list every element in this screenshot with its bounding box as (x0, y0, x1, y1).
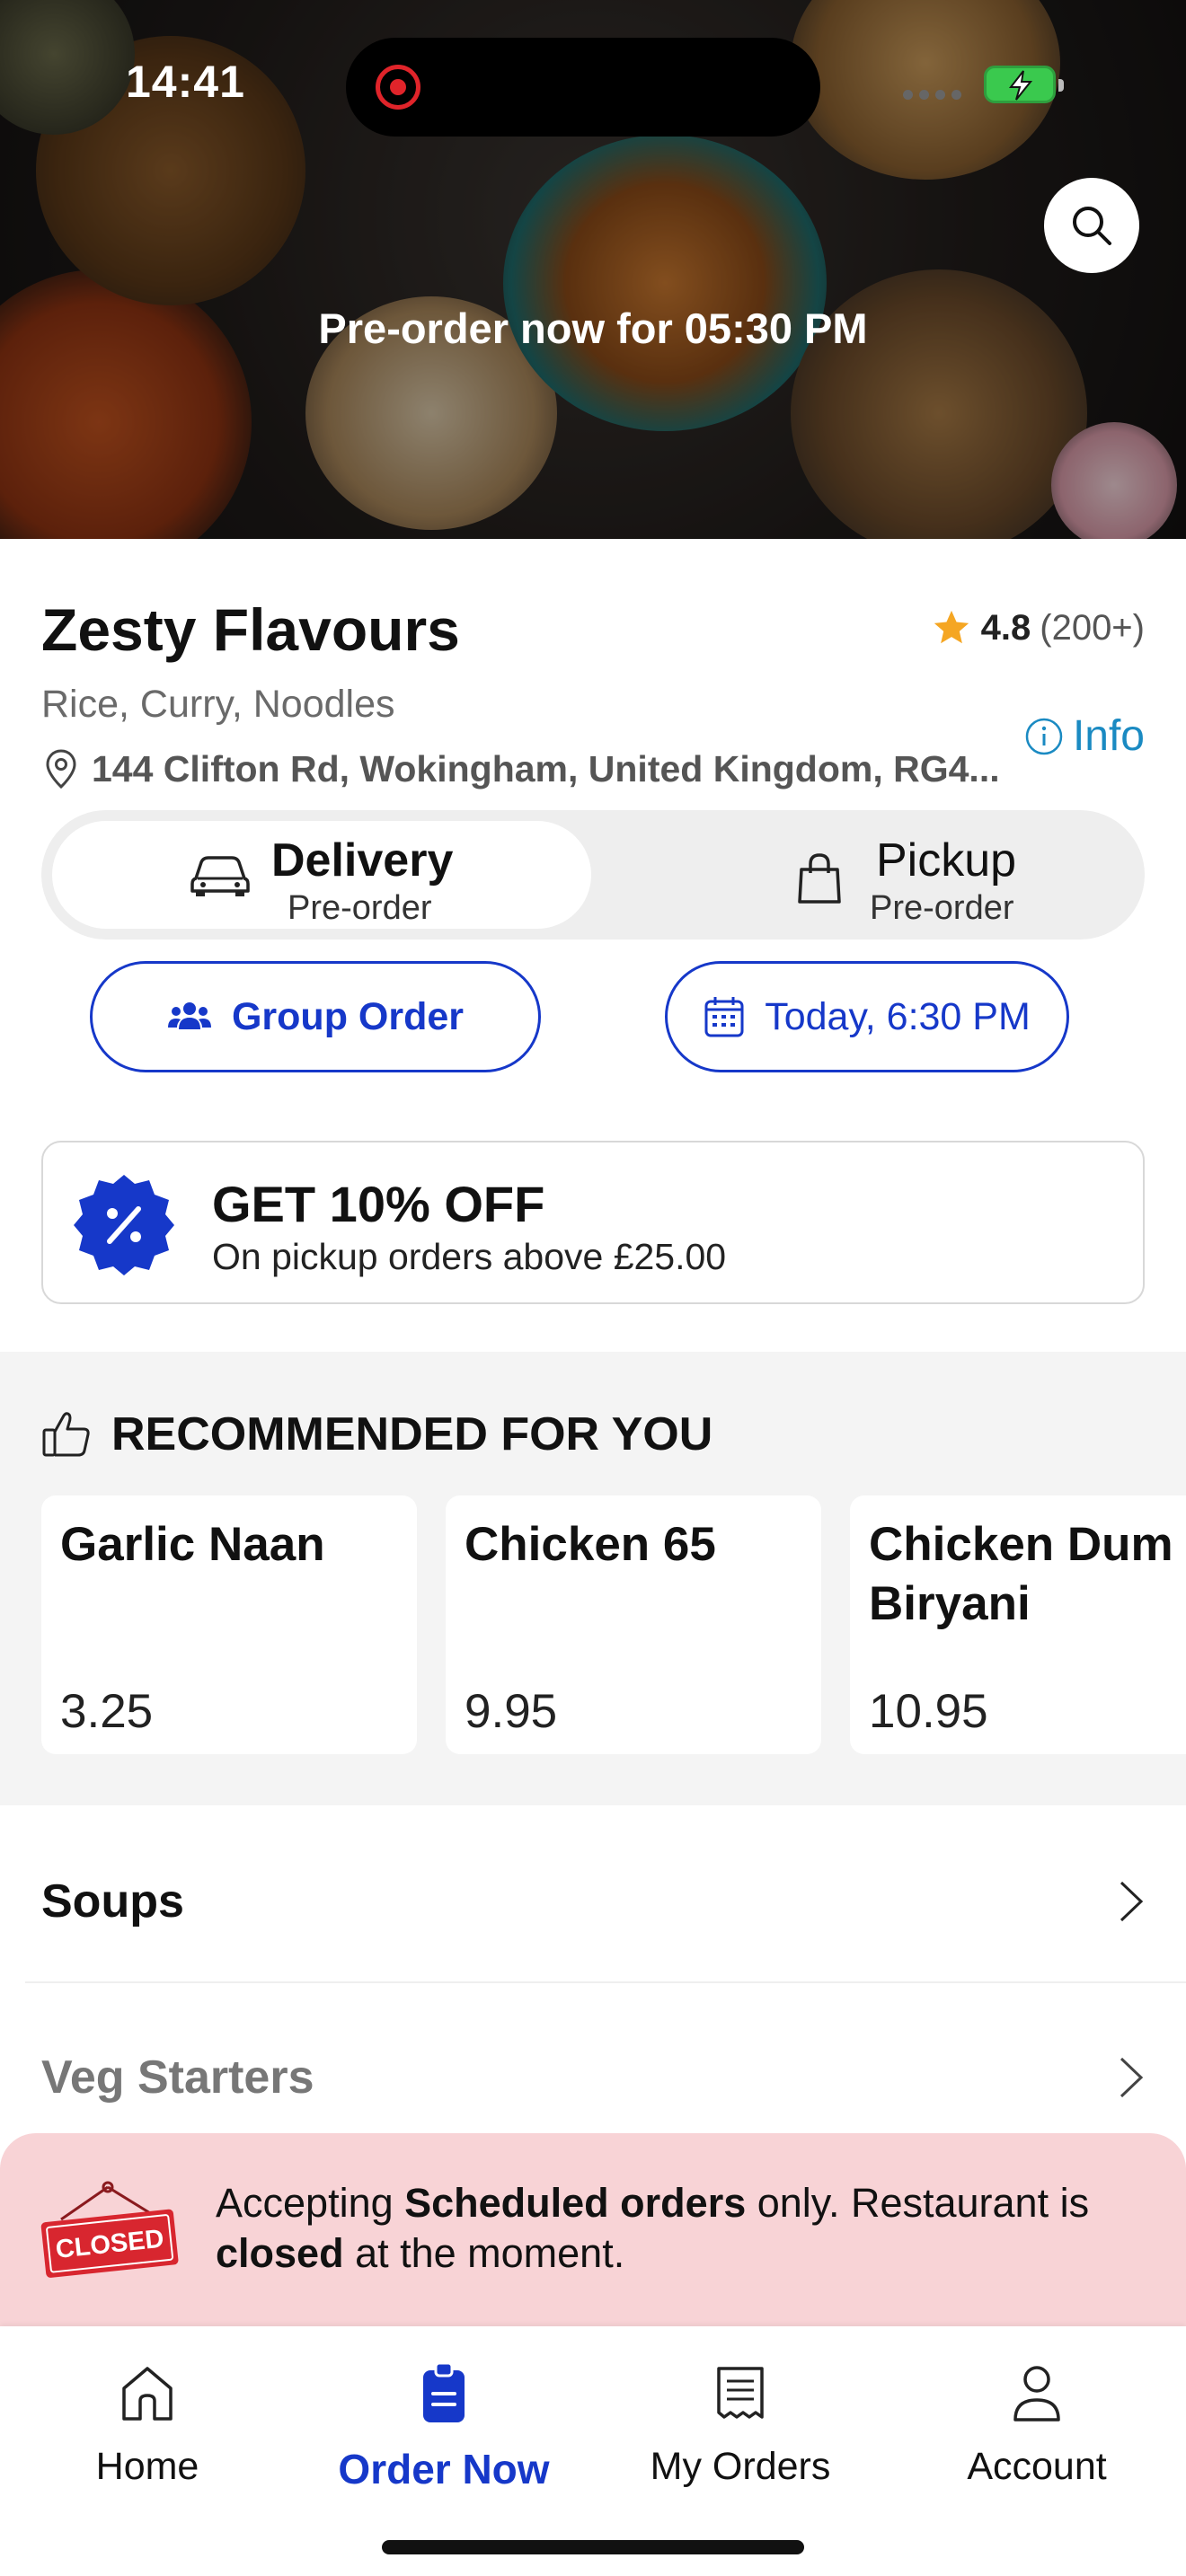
restaurant-name: Zesty Flavours (41, 596, 460, 663)
recommended-heading: RECOMMENDED FOR YOU (41, 1407, 712, 1461)
category-soups[interactable]: Soups (41, 1852, 1145, 1951)
promo-subtitle: On pickup orders above £25.00 (212, 1236, 727, 1277)
bag-icon (798, 853, 841, 904)
location-pin-icon (46, 749, 76, 790)
item-price: 10.95 (869, 1685, 988, 1738)
battery-charging-icon (984, 66, 1064, 103)
closed-message: Accepting Scheduled orders only. Restaur… (216, 2178, 1150, 2279)
group-order-label: Group Order (231, 994, 465, 1038)
search-button[interactable] (1044, 178, 1139, 273)
status-time: 14:41 (126, 57, 245, 107)
search-icon (1073, 207, 1111, 245)
closed-text-part: only. Restaurant is (746, 2180, 1090, 2226)
tab-bar: Home Order Now My Orders Account (0, 2326, 1186, 2576)
recommended-item[interactable]: Garlic Naan 3.25 (41, 1495, 417, 1754)
delivery-option[interactable]: Delivery Pre-order (52, 821, 591, 929)
recommended-item[interactable]: Chicken 65 9.95 (446, 1495, 821, 1754)
info-icon (1025, 718, 1063, 754)
receipt-icon (717, 2367, 764, 2419)
category-veg-starters[interactable]: Veg Starters (41, 2028, 1145, 2127)
delivery-sub: Pre-order (288, 889, 432, 927)
cuisines: Rice, Curry, Noodles (41, 683, 395, 726)
hero-banner: 14:41 Pre-order now for 05:30 PM (0, 0, 1186, 539)
schedule-time-button[interactable]: Today, 6:30 PM (665, 961, 1069, 1072)
chevron-right-icon (1120, 2057, 1144, 2098)
item-name: Garlic Naan (60, 1518, 325, 1571)
tab-account[interactable]: Account (902, 2359, 1172, 2489)
item-name: Chicken Dum Biryani (869, 1518, 1173, 1630)
promo-title: GET 10% OFF (212, 1176, 545, 1232)
dynamic-island (346, 38, 820, 137)
order-now-icon (423, 2363, 465, 2422)
tab-label: My Orders (650, 2445, 831, 2488)
home-icon (122, 2367, 173, 2421)
tab-home[interactable]: Home (13, 2359, 282, 2489)
category-label: Soups (41, 1875, 184, 1928)
rating-count: (200+) (1040, 607, 1145, 648)
pickup-sub: Pre-order (870, 889, 1014, 927)
item-price: 9.95 (465, 1685, 558, 1738)
tab-label: Account (967, 2445, 1107, 2488)
group-icon (167, 1002, 211, 1029)
tab-my-orders[interactable]: My Orders (606, 2359, 875, 2489)
divider (25, 1981, 1186, 1983)
group-order-button[interactable]: Group Order (90, 961, 541, 1072)
closed-text-bold: closed (216, 2230, 344, 2276)
delivery-label: Delivery (271, 834, 454, 887)
signal-icon (903, 90, 961, 100)
pickup-option[interactable]: Pickup Pre-order (595, 821, 1134, 929)
promo-card[interactable]: GET 10% OFF On pickup orders above £25.0… (41, 1141, 1145, 1304)
rating-score: 4.8 (980, 607, 1031, 648)
recommended-item[interactable]: Chicken Dum Biryani 10.95 (850, 1495, 1186, 1754)
closed-notice: CLOSED Accepting Scheduled orders only. … (0, 2133, 1186, 2326)
thumbs-up-icon (42, 1412, 90, 1457)
home-indicator (382, 2540, 804, 2554)
user-icon (1013, 2366, 1060, 2422)
closed-text-bold: Scheduled orders (404, 2180, 747, 2226)
schedule-time-label: Today, 6:30 PM (765, 994, 1031, 1038)
item-name: Chicken 65 (465, 1518, 716, 1571)
recommended-section: RECOMMENDED FOR YOU Garlic Naan 3.25 Chi… (0, 1352, 1186, 1805)
tab-label: Home (95, 2445, 199, 2488)
closed-text-part: at the moment. (343, 2230, 625, 2276)
item-price: 3.25 (60, 1685, 154, 1738)
star-icon (934, 610, 969, 644)
recommended-title: RECOMMENDED FOR YOU (111, 1408, 713, 1460)
tab-label: Order Now (338, 2446, 550, 2492)
preorder-banner-text: Pre-order now for 05:30 PM (318, 304, 868, 352)
info-link[interactable]: Info (1024, 711, 1145, 761)
recording-icon (376, 65, 420, 110)
closed-sign-icon: CLOSED (40, 2181, 179, 2278)
discount-badge-icon (74, 1175, 174, 1275)
tab-order-now[interactable]: Order Now (309, 2359, 579, 2493)
address: 144 Clifton Rd, Wokingham, United Kingdo… (41, 747, 1000, 790)
category-label: Veg Starters (41, 2051, 314, 2104)
chevron-right-icon (1120, 1881, 1144, 1922)
closed-text-part: Accepting (216, 2180, 405, 2226)
pickup-label: Pickup (876, 834, 1017, 887)
rating: 4.8 (200+) (931, 607, 1145, 648)
info-label: Info (1072, 712, 1145, 760)
calendar-icon (704, 997, 744, 1037)
car-icon (190, 856, 250, 896)
order-type-toggle: Delivery Pre-order Pickup Pre-order (41, 810, 1145, 940)
address-text: 144 Clifton Rd, Wokingham, United Kingdo… (92, 747, 1000, 790)
